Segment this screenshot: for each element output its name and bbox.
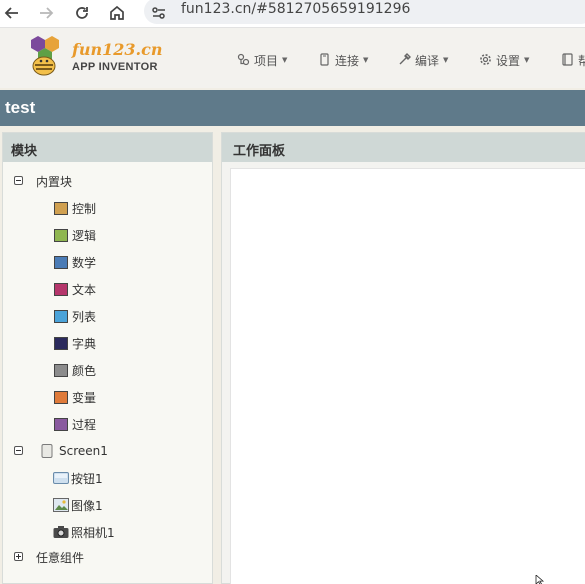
color-swatch (54, 309, 68, 323)
site-info-icon[interactable] (150, 4, 168, 22)
block-category-label: 控制 (72, 201, 97, 216)
block-category-logic[interactable]: 逻辑 (54, 226, 96, 244)
build-icon (397, 53, 411, 67)
caret-down-icon: ▼ (524, 56, 530, 64)
menu-help[interactable]: 帮 (560, 52, 585, 68)
color-swatch (54, 201, 68, 215)
expand-icon[interactable] (14, 552, 23, 561)
block-category-label: 字典 (72, 336, 97, 351)
color-swatch (54, 336, 68, 350)
tree-any-component-label: 任意组件 (36, 550, 85, 565)
connect-icon (317, 53, 331, 67)
block-category-control[interactable]: 控制 (54, 199, 96, 217)
menu-connect[interactable]: 连接 ▼ (317, 52, 368, 68)
forward-icon[interactable] (36, 3, 56, 23)
project-bar: test (0, 90, 585, 126)
menu-project[interactable]: 项目 ▼ (236, 52, 287, 68)
component-button1[interactable]: 按钮1 (53, 469, 103, 487)
image-icon (53, 498, 69, 512)
screen-icon (40, 444, 54, 458)
collapse-icon[interactable] (14, 446, 23, 455)
app-logo[interactable] (22, 36, 68, 78)
tree-builtin-label: 内置块 (36, 174, 73, 189)
block-category-procedures[interactable]: 过程 (54, 415, 96, 433)
menu-project-label: 项目 (254, 53, 279, 68)
color-swatch (54, 228, 68, 242)
block-category-label: 颜色 (72, 363, 97, 378)
block-category-label: 列表 (72, 309, 97, 324)
block-category-label: 数学 (72, 255, 97, 270)
block-category-label: 变量 (72, 390, 97, 405)
url-text[interactable]: fun123.cn/#5812705659191296 (181, 1, 410, 17)
caret-down-icon: ▼ (443, 56, 449, 64)
blocks-panel-title: 模块 (3, 133, 212, 162)
tree-builtin[interactable]: 内置块 (14, 172, 72, 190)
component-image1[interactable]: 图像1 (53, 496, 103, 514)
blocks-workspace-canvas[interactable] (230, 168, 585, 584)
mouse-cursor-icon (535, 574, 545, 584)
tree-screen1-label: Screen1 (59, 444, 108, 458)
block-category-variables[interactable]: 变量 (54, 388, 96, 406)
menu-connect-label: 连接 (335, 53, 360, 68)
color-swatch (54, 255, 68, 269)
collapse-icon[interactable] (14, 176, 23, 185)
block-category-lists[interactable]: 列表 (54, 307, 96, 325)
block-category-colors[interactable]: 颜色 (54, 361, 96, 379)
reload-icon[interactable] (72, 3, 92, 23)
help-icon (560, 53, 574, 67)
menu-settings-label: 设置 (496, 53, 521, 68)
block-category-text[interactable]: 文本 (54, 280, 96, 298)
brand-subtitle: APP INVENTOR (72, 61, 158, 73)
color-swatch (54, 282, 68, 296)
tree-screen1[interactable]: Screen1 (14, 442, 108, 460)
block-category-label: 文本 (72, 282, 97, 297)
menu-build-label: 编译 (415, 53, 440, 68)
block-category-math[interactable]: 数学 (54, 253, 96, 271)
workspace-panel: 工作面板 (221, 132, 585, 584)
app-header: fun123.cn APP INVENTOR 项目 ▼ 连接 ▼ 编译 ▼ 设置… (0, 28, 585, 88)
tree-any-component[interactable]: 任意组件 (14, 548, 84, 566)
workspace-title: 工作面板 (222, 133, 585, 162)
block-category-label: 过程 (72, 417, 97, 432)
home-icon[interactable] (107, 3, 127, 23)
block-category-dictionaries[interactable]: 字典 (54, 334, 96, 352)
gear-icon (478, 53, 492, 67)
menu-build[interactable]: 编译 ▼ (397, 52, 448, 68)
block-category-label: 逻辑 (72, 228, 97, 243)
back-icon[interactable] (2, 3, 22, 23)
button-icon (53, 471, 69, 485)
caret-down-icon: ▼ (363, 56, 369, 64)
menu-help-label: 帮 (578, 53, 585, 68)
menu-settings[interactable]: 设置 ▼ (478, 52, 529, 68)
component-label: 图像1 (71, 498, 103, 513)
browser-toolbar: fun123.cn/#5812705659191296 (0, 0, 585, 28)
blocks-panel: 模块 内置块 控制 逻辑 数学 文本 列表 字典 颜色 变量 过程 Screen… (2, 132, 213, 584)
color-swatch (54, 390, 68, 404)
color-swatch (54, 417, 68, 431)
brand-name: fun123.cn (72, 40, 163, 59)
color-swatch (54, 363, 68, 377)
caret-down-icon: ▼ (282, 56, 288, 64)
component-label: 按钮1 (71, 471, 103, 486)
component-label: 照相机1 (71, 525, 115, 540)
project-icon (236, 53, 250, 67)
project-title: test (5, 98, 36, 117)
component-camera1[interactable]: 照相机1 (53, 523, 115, 541)
camera-icon (53, 525, 69, 539)
